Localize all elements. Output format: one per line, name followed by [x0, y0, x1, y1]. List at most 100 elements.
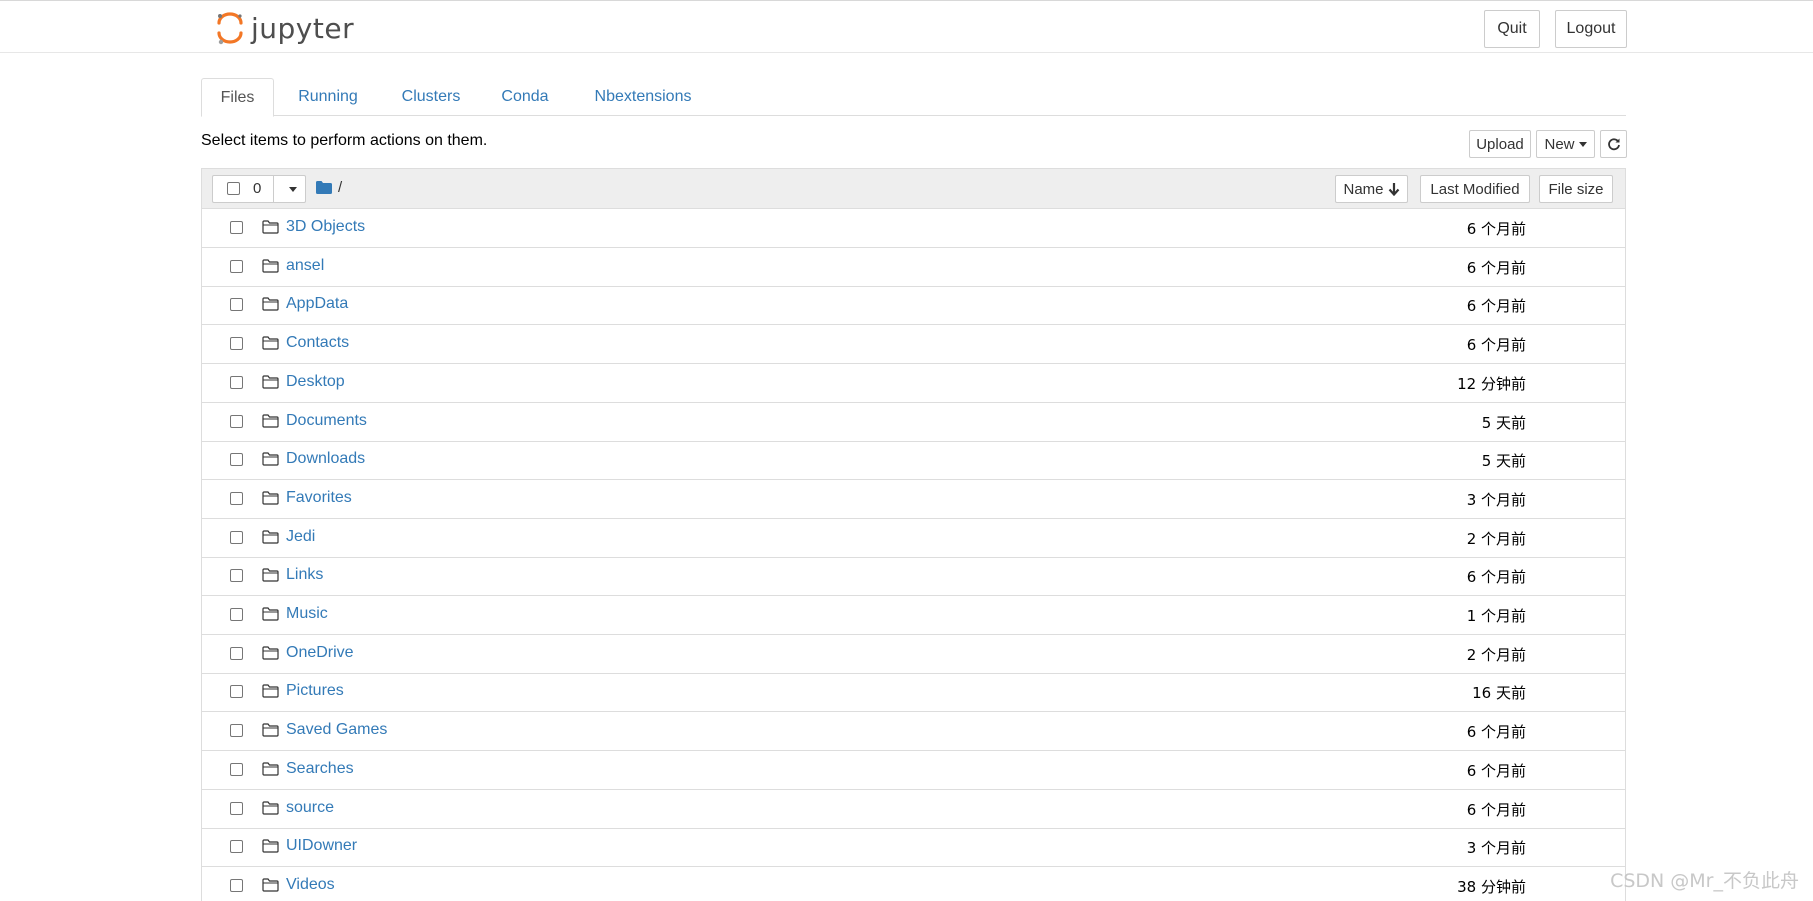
quit-button[interactable]: Quit — [1484, 10, 1540, 48]
tab-nbextensions[interactable]: Nbextensions — [582, 78, 704, 116]
divider — [273, 176, 274, 202]
file-row[interactable]: 3D Objects 6 个月前 — [202, 209, 1625, 248]
row-checkbox[interactable] — [230, 530, 243, 544]
file-row[interactable]: Downloads 5 天前 — [202, 441, 1625, 481]
file-name-link[interactable]: Pictures — [286, 682, 344, 700]
tab-conda[interactable]: Conda — [491, 78, 559, 116]
last-modified: 1 个月前 — [1466, 607, 1526, 625]
file-name-link[interactable]: Saved Games — [286, 721, 387, 739]
file-name-link[interactable]: OneDrive — [286, 644, 354, 662]
folder-icon — [262, 375, 279, 394]
row-checkbox[interactable] — [230, 491, 243, 505]
last-modified: 38 分钟前 — [1457, 877, 1526, 896]
file-name-link[interactable]: Documents — [286, 412, 367, 430]
file-name-link[interactable]: Contacts — [286, 334, 349, 352]
row-checkbox[interactable] — [230, 840, 243, 854]
row-checkbox[interactable] — [230, 801, 243, 815]
tab-files[interactable]: Files — [201, 78, 274, 117]
folder-icon — [262, 491, 279, 510]
top-header: jupyter Quit Logout — [0, 0, 1813, 53]
sort-modified-button[interactable]: Last Modified — [1420, 175, 1530, 203]
file-row[interactable]: Music 1 个月前 — [202, 596, 1625, 635]
file-row[interactable]: Saved Games 6 个月前 — [202, 712, 1625, 752]
row-checkbox[interactable] — [230, 337, 243, 351]
file-name-link[interactable]: Downloads — [286, 450, 365, 468]
file-name-link[interactable]: ansel — [286, 257, 324, 275]
refresh-icon — [1607, 138, 1620, 151]
file-name-link[interactable]: Desktop — [286, 373, 345, 391]
row-checkbox[interactable] — [230, 646, 243, 660]
row-checkbox[interactable] — [230, 453, 243, 467]
last-modified: 2 个月前 — [1466, 529, 1526, 548]
file-row[interactable]: OneDrive 2 个月前 — [202, 635, 1625, 674]
file-row[interactable]: Contacts 6 个月前 — [202, 325, 1625, 365]
tab-bar: Files Running Clusters Conda Nbextension… — [201, 78, 1626, 117]
tab-clusters[interactable]: Clusters — [391, 78, 471, 116]
folder-icon — [262, 259, 279, 278]
last-modified: 6 个月前 — [1466, 761, 1526, 780]
sort-name-button[interactable]: Name — [1335, 175, 1408, 203]
last-modified: 5 天前 — [1481, 452, 1526, 471]
row-checkbox[interactable] — [230, 414, 243, 428]
file-row[interactable]: UIDowner 3 个月前 — [202, 828, 1625, 868]
file-name-link[interactable]: AppData — [286, 295, 348, 313]
file-row[interactable]: Videos 38 分钟前 — [202, 867, 1625, 901]
row-checkbox[interactable] — [230, 878, 243, 892]
file-row[interactable]: Jedi 2 个月前 — [202, 519, 1625, 558]
last-modified: 6 个月前 — [1466, 220, 1526, 238]
select-dropdown-icon[interactable] — [289, 187, 297, 192]
file-row[interactable]: Links 6 个月前 — [202, 557, 1625, 597]
logout-button[interactable]: Logout — [1555, 10, 1627, 48]
instructions-text: Select items to perform actions on them. — [201, 132, 488, 149]
breadcrumb[interactable]: / — [316, 179, 342, 196]
row-checkbox[interactable] — [230, 608, 243, 621]
file-row[interactable]: Favorites 3 个月前 — [202, 480, 1625, 519]
row-checkbox[interactable] — [230, 259, 243, 273]
new-button[interactable]: New — [1536, 130, 1595, 158]
folder-icon — [262, 529, 279, 549]
row-checkbox[interactable] — [230, 375, 243, 389]
file-name-link[interactable]: Favorites — [286, 489, 352, 507]
file-row[interactable]: ansel 6 个月前 — [202, 248, 1625, 287]
jupyter-logo-icon — [217, 12, 243, 45]
tab-running[interactable]: Running — [287, 78, 369, 116]
file-row[interactable]: Desktop 12 分钟前 — [202, 364, 1625, 403]
jupyter-logo[interactable]: jupyter — [215, 11, 354, 47]
upload-button[interactable]: Upload — [1469, 130, 1531, 158]
watermark: CSDN @Mr_不负此舟 — [1610, 870, 1799, 892]
file-name-link[interactable]: Searches — [286, 760, 354, 778]
file-row[interactable]: source 6 个月前 — [202, 790, 1625, 829]
file-row[interactable]: Pictures 16 天前 — [202, 673, 1625, 713]
last-modified: 6 个月前 — [1466, 568, 1526, 587]
select-all-control[interactable]: 0 — [212, 175, 306, 203]
row-checkbox[interactable] — [230, 724, 243, 738]
file-row[interactable]: AppData 6 个月前 — [202, 286, 1625, 326]
folder-icon — [262, 568, 279, 587]
row-checkbox[interactable] — [230, 221, 243, 234]
file-name-link[interactable]: source — [286, 799, 334, 817]
sort-size-button[interactable]: File size — [1539, 175, 1613, 203]
row-checkbox[interactable] — [230, 685, 243, 699]
caret-down-icon — [1578, 141, 1587, 147]
select-all-checkbox[interactable] — [227, 182, 240, 195]
file-name-link[interactable]: Jedi — [286, 528, 315, 546]
folder-icon — [316, 181, 332, 194]
file-row[interactable]: Documents 5 天前 — [202, 403, 1625, 442]
file-name-link[interactable]: Links — [286, 566, 323, 584]
refresh-button[interactable] — [1600, 130, 1627, 158]
last-modified: 6 个月前 — [1466, 800, 1526, 819]
folder-icon — [262, 452, 279, 471]
row-checkbox[interactable] — [230, 569, 243, 583]
file-name-link[interactable]: Music — [286, 605, 328, 623]
file-name-link[interactable]: UIDowner — [286, 837, 357, 855]
file-name-link[interactable]: 3D Objects — [286, 218, 365, 236]
last-modified: 3 个月前 — [1466, 839, 1526, 858]
file-row[interactable]: Searches 6 个月前 — [202, 751, 1625, 790]
last-modified: 6 个月前 — [1466, 258, 1526, 277]
file-name-link[interactable]: Videos — [286, 876, 335, 894]
breadcrumb-root[interactable]: / — [338, 179, 342, 196]
folder-icon — [262, 762, 279, 781]
folder-icon — [262, 839, 279, 858]
row-checkbox[interactable] — [230, 298, 243, 312]
row-checkbox[interactable] — [230, 762, 243, 776]
